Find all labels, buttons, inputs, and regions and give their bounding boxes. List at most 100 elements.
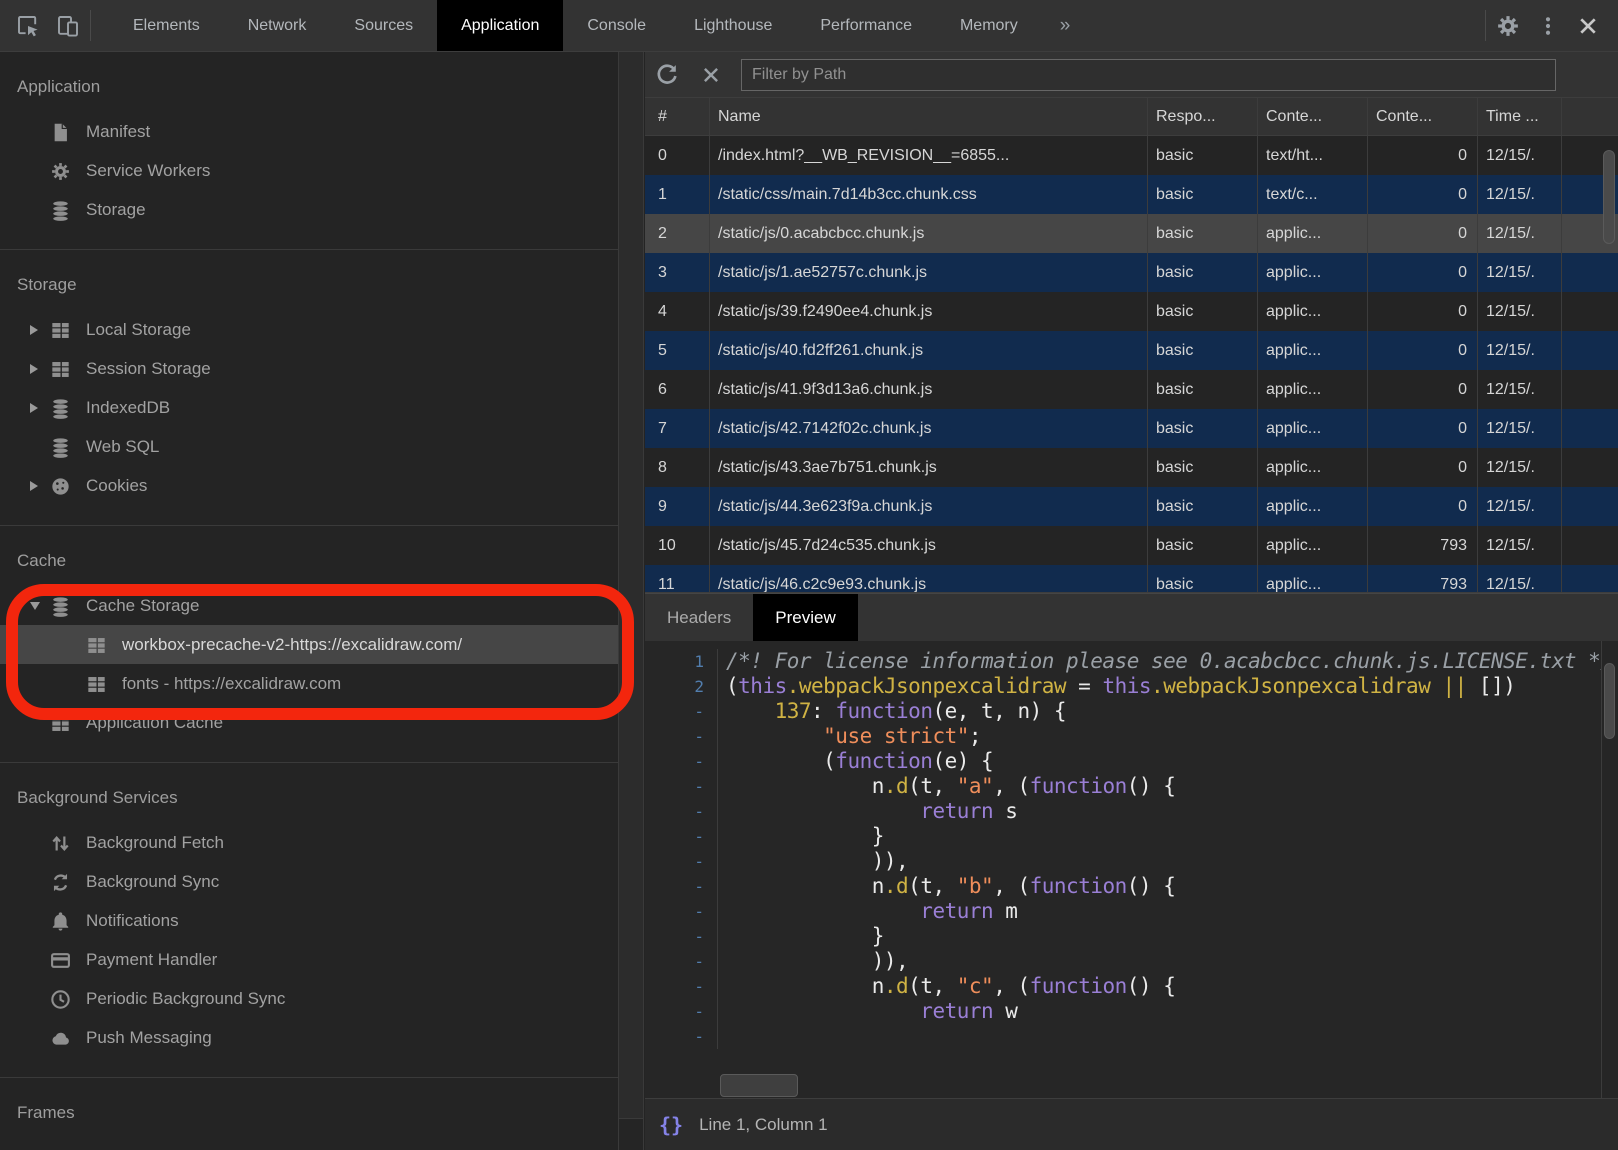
tab-sources[interactable]: Sources bbox=[330, 0, 437, 51]
sidebar-item-session-storage[interactable]: Session Storage bbox=[0, 349, 618, 388]
column-header-name[interactable]: Name bbox=[710, 98, 1148, 135]
sidebar-item-web-sql[interactable]: Web SQL bbox=[0, 427, 618, 466]
sidebar-item-periodic-background-sync[interactable]: Periodic Background Sync bbox=[0, 979, 618, 1018]
table-row[interactable]: 1/static/css/main.7d14b3cc.chunk.cssbasi… bbox=[645, 175, 1618, 214]
sidebar-item-label: Push Messaging bbox=[86, 1028, 212, 1048]
sidebar-item-storage[interactable]: Storage bbox=[0, 190, 618, 229]
credit-card-icon bbox=[50, 950, 72, 970]
tab-console[interactable]: Console bbox=[563, 0, 670, 51]
sidebar-item-label: Cookies bbox=[86, 476, 147, 496]
sidebar-item-local-storage[interactable]: Local Storage bbox=[0, 310, 618, 349]
line-number: - bbox=[645, 974, 718, 999]
table-row[interactable]: 8/static/js/43.3ae7b751.chunk.jsbasicapp… bbox=[645, 448, 1618, 487]
inspect-element-button[interactable] bbox=[8, 0, 48, 51]
devtools-menu-button[interactable] bbox=[1528, 0, 1568, 51]
cell-ctype: applic... bbox=[1258, 331, 1368, 370]
cell-clen: 0 bbox=[1368, 409, 1478, 448]
chevron-down-icon[interactable] bbox=[30, 602, 43, 610]
tab-network[interactable]: Network bbox=[224, 0, 331, 51]
table-row[interactable]: 6/static/js/41.9f3d13a6.chunk.jsbasicapp… bbox=[645, 370, 1618, 409]
sidebar-item-cookies[interactable]: Cookies bbox=[0, 466, 618, 505]
cell-ctype: applic... bbox=[1258, 409, 1368, 448]
line-number: - bbox=[645, 699, 718, 724]
cell-name: /static/js/0.acabcbcc.chunk.js bbox=[710, 214, 1148, 253]
cell-n: 7 bbox=[645, 409, 710, 448]
cell-name: /static/js/42.7142f02c.chunk.js bbox=[710, 409, 1148, 448]
tab-elements[interactable]: Elements bbox=[109, 0, 224, 51]
filter-by-path-input[interactable] bbox=[741, 59, 1556, 91]
cell-name: /static/js/46.c2c9e93.chunk.js bbox=[710, 565, 1148, 592]
device-toolbar-icon bbox=[56, 14, 80, 38]
sidebar-item-fonts-https-excalidraw-com[interactable]: fonts - https://excalidraw.com bbox=[0, 664, 618, 703]
table-vertical-scrollbar[interactable] bbox=[1601, 136, 1618, 592]
section-title: Cache bbox=[0, 546, 618, 586]
code-vertical-scrollbar[interactable] bbox=[1601, 641, 1618, 1099]
resource-preview-panel: HeadersPreview 1/*! For license informat… bbox=[645, 592, 1618, 1150]
sidebar-item-manifest[interactable]: Manifest bbox=[0, 112, 618, 151]
sidebar-item-notifications[interactable]: Notifications bbox=[0, 901, 618, 940]
preview-tab-headers[interactable]: Headers bbox=[645, 594, 753, 641]
table-row[interactable]: 11/static/js/46.c2c9e93.chunk.jsbasicapp… bbox=[645, 565, 1618, 592]
column-header-respo[interactable]: Respo... bbox=[1148, 98, 1258, 135]
line-number: - bbox=[645, 774, 718, 799]
sidebar-item-workbox-precache-v2-https-excalidraw-com[interactable]: workbox-precache-v2-https://excalidraw.c… bbox=[0, 625, 618, 664]
table-row[interactable]: 9/static/js/44.3e623f9a.chunk.jsbasicapp… bbox=[645, 487, 1618, 526]
sidebar-item-cache-storage[interactable]: Cache Storage bbox=[0, 586, 618, 625]
tab-lighthouse[interactable]: Lighthouse bbox=[670, 0, 796, 51]
chevron-right-icon[interactable] bbox=[30, 325, 43, 335]
sidebar-item-indexeddb[interactable]: IndexedDB bbox=[0, 388, 618, 427]
cell-clen: 0 bbox=[1368, 448, 1478, 487]
cell-name: /static/js/39.f2490ee4.chunk.js bbox=[710, 292, 1148, 331]
table-row[interactable]: 4/static/js/39.f2490ee4.chunk.jsbasicapp… bbox=[645, 292, 1618, 331]
tab-memory[interactable]: Memory bbox=[936, 0, 1042, 51]
chevron-right-icon[interactable] bbox=[30, 403, 43, 413]
close-devtools-button[interactable] bbox=[1568, 0, 1608, 51]
table-icon bbox=[50, 320, 72, 340]
tab-performance[interactable]: Performance bbox=[796, 0, 936, 51]
cell-resp: basic bbox=[1148, 136, 1258, 175]
preview-tab-preview[interactable]: Preview bbox=[753, 594, 857, 641]
sidebar-item-background-sync[interactable]: Background Sync bbox=[0, 862, 618, 901]
column-header-conte[interactable]: Conte... bbox=[1258, 98, 1368, 135]
sidebar-item-label: Manifest bbox=[86, 122, 150, 142]
table-row[interactable]: 3/static/js/1.ae52757c.chunk.jsbasicappl… bbox=[645, 253, 1618, 292]
code-line: - } bbox=[645, 824, 1601, 849]
code-horizontal-scrollbar-thumb[interactable] bbox=[720, 1074, 798, 1097]
sidebar-item-service-workers[interactable]: Service Workers bbox=[0, 151, 618, 190]
table-row[interactable]: 0/index.html?__WB_REVISION__=6855...basi… bbox=[645, 136, 1618, 175]
sidebar-scrollbar[interactable] bbox=[618, 52, 644, 1150]
table-row[interactable]: 7/static/js/42.7142f02c.chunk.jsbasicapp… bbox=[645, 409, 1618, 448]
sidebar-item-label: Web SQL bbox=[86, 437, 159, 457]
chevron-right-icon[interactable] bbox=[30, 364, 43, 374]
column-header-conte[interactable]: Conte... bbox=[1368, 98, 1478, 135]
table-row[interactable]: 10/static/js/45.7d24c535.chunk.jsbasicap… bbox=[645, 526, 1618, 565]
table-row[interactable]: 5/static/js/40.fd2ff261.chunk.jsbasicapp… bbox=[645, 331, 1618, 370]
preview-tabbar: HeadersPreview bbox=[645, 593, 1618, 641]
sidebar-item-background-fetch[interactable]: Background Fetch bbox=[0, 823, 618, 862]
chevron-right-icon[interactable] bbox=[30, 481, 43, 491]
settings-button[interactable] bbox=[1488, 0, 1528, 51]
clock-icon bbox=[50, 989, 72, 1009]
cell-n: 4 bbox=[645, 292, 710, 331]
table-icon bbox=[86, 635, 108, 655]
sidebar-item-push-messaging[interactable]: Push Messaging bbox=[0, 1018, 618, 1057]
cell-ctype: applic... bbox=[1258, 292, 1368, 331]
sidebar-item-label: Periodic Background Sync bbox=[86, 989, 285, 1009]
table-row[interactable]: 2/static/js/0.acabcbcc.chunk.jsbasicappl… bbox=[645, 214, 1618, 253]
device-toolbar-button[interactable] bbox=[48, 0, 88, 51]
tab-application[interactable]: Application bbox=[437, 0, 563, 51]
refresh-button[interactable] bbox=[645, 52, 689, 97]
sidebar-item-application-cache[interactable]: Application Cache bbox=[0, 703, 618, 742]
sidebar-item-label: Storage bbox=[86, 200, 146, 220]
more-tabs-button[interactable]: » bbox=[1042, 0, 1089, 51]
cell-resp: basic bbox=[1148, 331, 1258, 370]
column-header-time[interactable]: Time ... bbox=[1478, 98, 1562, 135]
inspect-cursor-icon bbox=[16, 14, 40, 38]
column-header-[interactable]: # bbox=[645, 98, 710, 135]
cell-name: /index.html?__WB_REVISION__=6855... bbox=[710, 136, 1148, 175]
clear-button[interactable] bbox=[689, 52, 733, 97]
cell-time: 12/15/. bbox=[1478, 292, 1562, 331]
document-icon bbox=[50, 122, 72, 142]
sidebar-item-payment-handler[interactable]: Payment Handler bbox=[0, 940, 618, 979]
cell-resp: basic bbox=[1148, 214, 1258, 253]
